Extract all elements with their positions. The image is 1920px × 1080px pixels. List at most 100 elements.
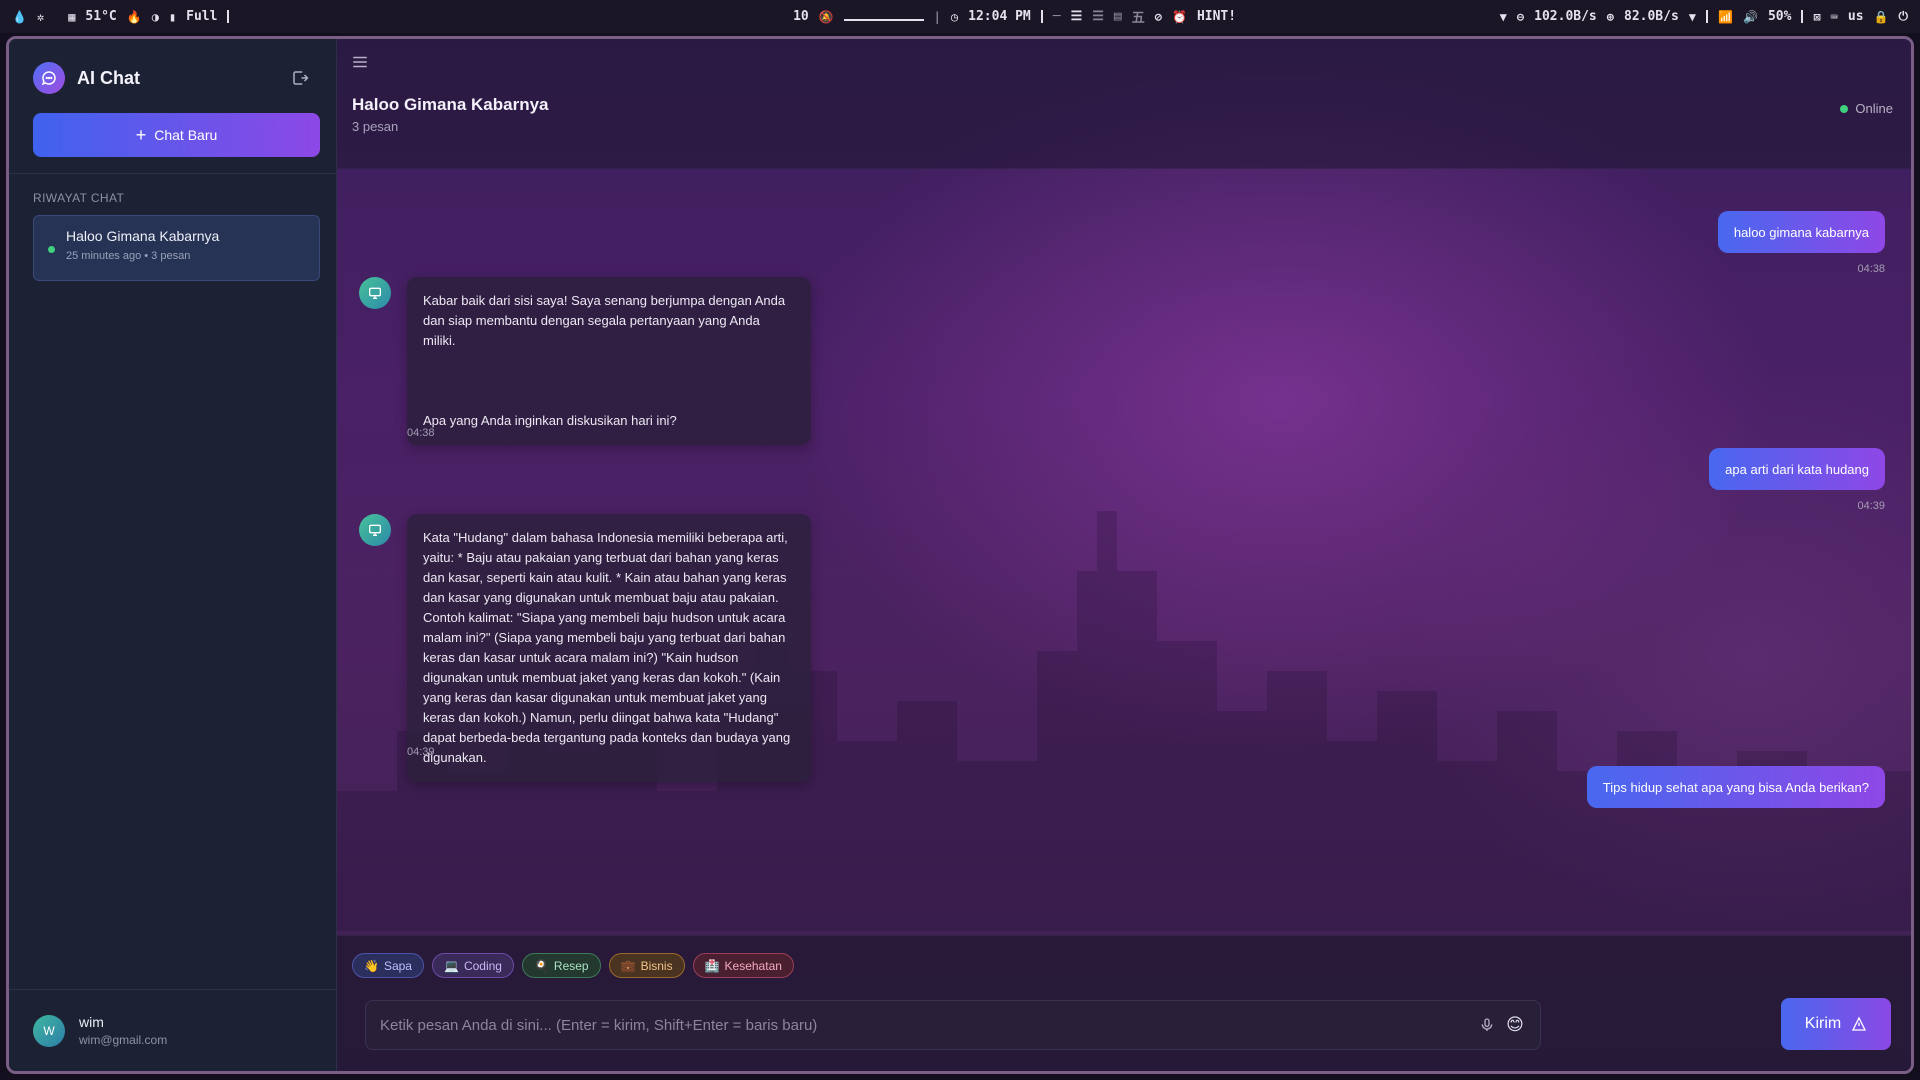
history-item-meta: 25 minutes ago • 3 pesan <box>66 250 191 262</box>
status-badge: Online <box>1840 101 1893 116</box>
fan-icon: ✲ <box>36 9 45 24</box>
power-icon[interactable]: ⏻ <box>1899 9 1909 24</box>
new-chat-label: Chat Baru <box>154 127 218 143</box>
hamburger-icon <box>353 56 367 68</box>
emoji-button[interactable]: 😊 <box>1504 1014 1526 1036</box>
chip-label: Coding <box>463 958 502 973</box>
wifi-icon: ▼ <box>1499 9 1507 24</box>
layout-icon-1[interactable]: ─ <box>1053 9 1061 24</box>
user-profile[interactable]: W wim wim@gmail.com <box>9 989 336 1071</box>
menu-button[interactable] <box>351 53 371 73</box>
microphone-icon <box>1481 1018 1493 1031</box>
separator <box>227 10 230 23</box>
app-window: AI Chat + Chat Baru RIWAYAT CHAT Haloo G… <box>6 36 1914 1074</box>
cpu-temp: 51°C <box>85 9 117 24</box>
new-chat-button[interactable]: + Chat Baru <box>33 113 320 157</box>
user-message: apa arti dari kata hudang <box>1709 448 1885 490</box>
net-up: 82.0B/s <box>1624 9 1679 24</box>
microphone-button[interactable] <box>1476 1014 1498 1036</box>
separator <box>1706 10 1709 23</box>
chip-resep[interactable]: 🍳 Resep <box>521 953 601 978</box>
chat-title: Haloo Gimana Kabarnya <box>352 95 549 114</box>
separator <box>1801 10 1804 23</box>
volume-icon[interactable]: 🔊 <box>1743 10 1758 24</box>
hospital-icon: 🏥 <box>704 958 720 973</box>
network-icon[interactable]: 📶 <box>1718 10 1733 24</box>
status-center: 10 🔕 | ◷ 12:04 PM ─ ☰ ☰ ▤ 五 ⊘ ⏰ HINT! <box>793 7 1236 26</box>
chat-main: Haloo Gimana Kabarnya 3 pesan Online hal… <box>337 39 1911 1071</box>
keyboard-layout[interactable]: us <box>1848 9 1864 24</box>
chat-bubble-icon <box>33 62 65 94</box>
message-text: apa arti dari kata hudang <box>1725 461 1869 477</box>
upload-icon: ⊕ <box>1606 9 1614 24</box>
lock-icon[interactable]: 🔒 <box>1874 10 1889 24</box>
chip-kesehatan[interactable]: 🏥 Kesehatan <box>692 953 794 978</box>
download-icon: ⊖ <box>1516 9 1525 24</box>
layout-icon-3[interactable]: ☰ <box>1092 9 1104 24</box>
eye-off-icon: ⊘ <box>1154 9 1162 24</box>
flame-icon: 🔥 <box>126 9 142 24</box>
separator <box>54 10 58 23</box>
sidebar-header: AI Chat + Chat Baru <box>9 39 336 157</box>
status-left: 💧 ✲ ▦ 51°C 🔥 ◑ ▮ Full <box>12 9 230 24</box>
keyboard-icon: ⌨ <box>1830 9 1838 24</box>
system-status-bar: 💧 ✲ ▦ 51°C 🔥 ◑ ▮ Full 10 🔕 | ◷ 12:04 PM … <box>0 0 1920 33</box>
message-text: Tips hidup sehat apa yang bisa Anda beri… <box>1602 779 1869 795</box>
message-time: 04:38 <box>1857 263 1885 275</box>
wave-icon: 👋 <box>364 958 379 973</box>
chip-label: Bisnis <box>640 958 673 973</box>
message-paragraph: Apa yang Anda inginkan diskusikan hari i… <box>423 413 677 428</box>
message-time: 04:38 <box>407 427 435 439</box>
net-down: 102.0B/s <box>1534 9 1597 24</box>
robot-icon <box>369 287 381 299</box>
user-name: wim <box>79 1014 104 1030</box>
separator <box>1040 10 1043 23</box>
chip-label: Kesehatan <box>724 958 782 973</box>
chat-header: Haloo Gimana Kabarnya 3 pesan Online <box>337 39 1911 169</box>
alarm-icon: ⏰ <box>1171 9 1187 24</box>
divider-icon: | <box>933 9 941 24</box>
user-info: wim wim@gmail.com <box>79 1014 167 1047</box>
chip-sapa[interactable]: 👋 Sapa <box>352 953 424 978</box>
chip-coding[interactable]: 💻 Coding <box>431 953 514 978</box>
window-title-underline <box>843 12 924 21</box>
smiley-icon: 😊 <box>1506 1015 1524 1035</box>
bot-avatar <box>359 514 391 546</box>
clock[interactable]: 12:04 PM <box>968 9 1031 24</box>
brand-row: AI Chat <box>33 61 312 95</box>
clock-icon: ◷ <box>950 9 959 24</box>
logout-icon <box>293 71 309 85</box>
status-text: Online <box>1855 101 1893 116</box>
chip-bisnis[interactable]: 💼 Bisnis <box>608 953 685 978</box>
workspace-count[interactable]: 10 <box>793 9 809 24</box>
message-paragraph: Kabar baik dari sisi saya! Saya senang b… <box>423 293 786 348</box>
laptop-icon: 💻 <box>443 958 459 973</box>
app-title: AI Chat <box>77 67 140 88</box>
message-paragraph: Kata "Hudang" dalam bahasa Indonesia mem… <box>423 530 791 765</box>
user-message: Tips hidup sehat apa yang bisa Anda beri… <box>1586 766 1885 808</box>
message-input-box: 😊 <box>365 1000 1541 1050</box>
user-email: wim@gmail.com <box>79 1033 168 1047</box>
power-status: Full <box>186 9 218 24</box>
volume-level[interactable]: 50% <box>1768 9 1791 24</box>
layout-icon-4[interactable]: ▤ <box>1114 9 1122 24</box>
brand: AI Chat <box>33 62 140 94</box>
battery-icon: ▮ <box>168 9 177 24</box>
bot-message: Kabar baik dari sisi saya! Saya senang b… <box>407 277 811 445</box>
message-text: haloo gimana kabarnya <box>1733 224 1869 240</box>
chip-label: Sapa <box>383 958 412 973</box>
send-button[interactable]: Kirim <box>1781 998 1891 1050</box>
layout-icon-2[interactable]: ☰ <box>1071 9 1083 24</box>
message-input[interactable] <box>380 1016 1470 1034</box>
chat-message-count: 3 pesan <box>352 119 399 134</box>
history-item[interactable]: Haloo Gimana Kabarnya 25 minutes ago • 3… <box>33 215 320 281</box>
gpu-icon: ▦ <box>68 9 76 24</box>
bot-avatar <box>359 277 391 309</box>
bell-off-icon: 🔕 <box>818 9 834 24</box>
logout-button[interactable] <box>288 66 312 90</box>
plus-icon: + <box>135 125 147 145</box>
history-heading: RIWAYAT CHAT <box>33 191 125 205</box>
hint-label: HINT! <box>1196 9 1237 24</box>
layout-icon-5[interactable]: 五 <box>1132 7 1145 26</box>
composer-area: 👋 Sapa 💻 Coding 🍳 Resep 💼 Bisnis 🏥 Keseh… <box>337 935 1911 1071</box>
